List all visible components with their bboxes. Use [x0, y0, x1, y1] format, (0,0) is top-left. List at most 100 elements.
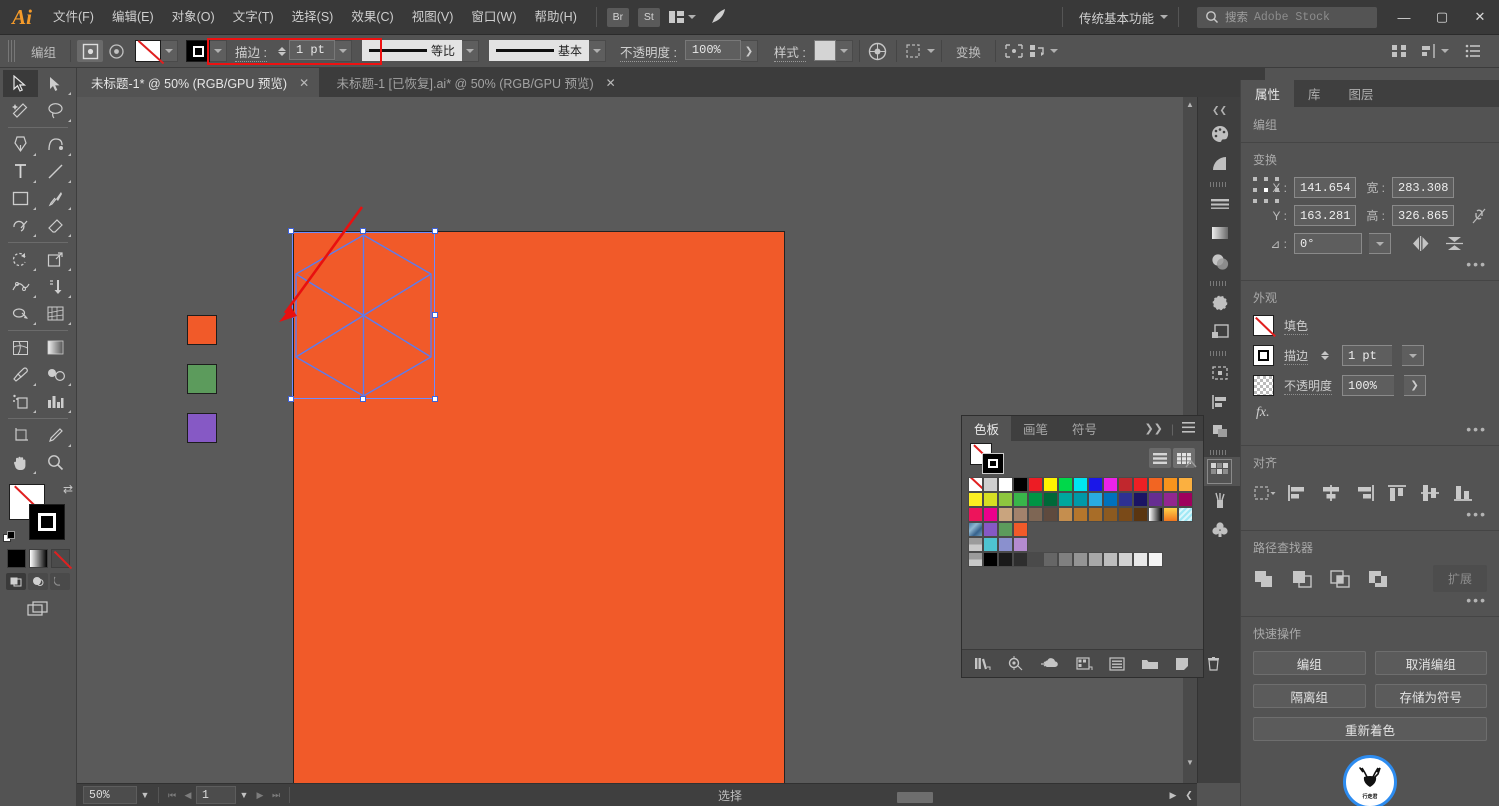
menu-type[interactable]: 文字(T)	[224, 0, 283, 35]
x-input[interactable]: 141.654	[1294, 177, 1356, 198]
shape-builder-tool[interactable]	[3, 300, 38, 327]
swatch-brown-light[interactable]	[1013, 507, 1028, 522]
pathfinder-unite-icon[interactable]	[1253, 569, 1275, 589]
home-feather-icon[interactable]	[710, 7, 728, 28]
align-options-icon[interactable]	[903, 40, 927, 62]
swatch-purple2[interactable]	[1163, 492, 1178, 507]
swatch-gray-90[interactable]	[1118, 552, 1133, 567]
swatches-fill-stroke-indicator[interactable]	[970, 443, 1006, 474]
next-artboard-button[interactable]: ▶	[252, 786, 268, 804]
appearance-stroke-weight[interactable]: 1 pt	[1342, 345, 1393, 366]
eyedropper-tool[interactable]	[3, 361, 38, 388]
free-transform-tool[interactable]	[38, 273, 73, 300]
menu-window[interactable]: 窗口(W)	[462, 0, 525, 35]
gradient-panel-icon[interactable]	[1198, 218, 1241, 247]
selection-handle-mr[interactable]	[432, 312, 438, 318]
artboard-number-input[interactable]: 1	[196, 786, 236, 804]
fill-color-control[interactable]	[135, 40, 179, 64]
swatch-gray-10[interactable]	[998, 552, 1013, 567]
tab-close-icon[interactable]: ✕	[299, 76, 309, 90]
opacity-value[interactable]: 100%	[684, 40, 741, 60]
swatch-yellow-green[interactable]	[998, 492, 1013, 507]
graphic-styles-icon[interactable]	[1198, 317, 1241, 346]
screen-mode-button[interactable]	[25, 598, 52, 620]
shaper-tool[interactable]	[3, 212, 38, 239]
swatch-periwinkle[interactable]	[998, 537, 1013, 552]
swatch-gray-20[interactable]	[1013, 552, 1028, 567]
align-left-icon[interactable]	[1286, 482, 1310, 504]
stroke-weight-stepper[interactable]	[277, 46, 286, 56]
previous-artboard-button[interactable]: ◀	[180, 786, 196, 804]
rail-group-grip-4[interactable]	[1210, 450, 1228, 455]
appearance-stroke-swatch[interactable]	[1253, 345, 1274, 366]
tab-libraries[interactable]: 库	[1294, 80, 1335, 107]
control-bar-grip[interactable]	[8, 40, 17, 62]
align-chevron-icon[interactable]	[926, 49, 935, 53]
list-view-icon[interactable]	[1109, 656, 1125, 671]
scale-tool[interactable]	[38, 246, 73, 273]
document-tab-active[interactable]: 未标题-1* @ 50% (RGB/GPU 预览) ✕	[77, 68, 320, 97]
selected-hexagon-group[interactable]	[288, 228, 438, 402]
selection-handle-tl[interactable]	[288, 228, 294, 234]
swatch-group-grayscale[interactable]	[968, 552, 983, 567]
selection-handle-br[interactable]	[432, 396, 438, 402]
swatch-black[interactable]	[1013, 477, 1028, 492]
swatch-red2[interactable]	[1133, 477, 1148, 492]
maximize-button[interactable]: ▢	[1423, 0, 1461, 35]
width-input[interactable]: 283.308	[1392, 177, 1454, 198]
shape-builder-icon[interactable]	[1002, 40, 1026, 62]
align-more-options-icon[interactable]: •••	[1253, 506, 1487, 522]
appearance-opacity-value[interactable]: 100%	[1342, 375, 1395, 396]
menu-select[interactable]: 选择(S)	[283, 0, 343, 35]
mesh-tool[interactable]	[3, 334, 38, 361]
align-right-icon[interactable]	[1352, 482, 1376, 504]
menu-file[interactable]: 文件(F)	[44, 0, 103, 35]
arrange-documents-button[interactable]	[668, 11, 696, 23]
search-input[interactable]: 搜索 Adobe Stock	[1197, 6, 1377, 28]
swatch-grass-green[interactable]	[1013, 492, 1028, 507]
recolor-artwork-icon[interactable]	[866, 40, 890, 62]
isolate-selected-button[interactable]	[103, 40, 129, 62]
zoom-tool[interactable]	[38, 449, 73, 476]
swatch-cyan[interactable]	[1073, 477, 1088, 492]
opacity-control[interactable]: 100% ❯	[684, 40, 758, 62]
swatch-dark-green[interactable]	[1043, 492, 1058, 507]
swatch-yellow[interactable]	[1043, 477, 1058, 492]
eraser-tool[interactable]	[38, 212, 73, 239]
status-collapse-icon[interactable]: ❮	[1181, 786, 1197, 804]
menu-view[interactable]: 视图(V)	[403, 0, 463, 35]
swatch-pattern-camo[interactable]	[968, 522, 983, 537]
ungroup-button[interactable]: 取消编组	[1374, 651, 1487, 675]
swatch-custom-orange[interactable]	[1013, 522, 1028, 537]
align-panel-icon[interactable]	[1198, 387, 1241, 416]
tab-properties[interactable]: 属性	[1241, 80, 1295, 107]
color-panel-icon[interactable]	[1198, 119, 1241, 148]
workspace-chevron-icon[interactable]	[1160, 15, 1168, 19]
swatch-aqua[interactable]	[983, 537, 998, 552]
swatch-dark-red[interactable]	[1118, 477, 1133, 492]
zoom-dropdown-icon[interactable]: ▼	[137, 786, 153, 804]
swatch-magenta[interactable]	[1103, 477, 1118, 492]
document-tab-inactive[interactable]: 未标题-1 [已恢复].ai* @ 50% (RGB/GPU 预览) ✕	[322, 68, 625, 97]
tab-close-icon[interactable]: ✕	[606, 76, 616, 90]
tab-swatches[interactable]: 色板	[962, 416, 1012, 441]
selection-handle-ml[interactable]	[288, 312, 294, 318]
style-label[interactable]: 样式 :	[773, 45, 806, 62]
swap-fill-stroke-icon[interactable]: ⇄	[63, 482, 73, 496]
swatch-gray-0[interactable]	[983, 552, 998, 567]
status-menu-icon[interactable]: ▶	[1165, 786, 1181, 804]
flip-horizontal-icon[interactable]	[1412, 236, 1429, 251]
direct-selection-tool[interactable]	[38, 70, 73, 97]
rail-expand-icon[interactable]: ❮❮	[1198, 101, 1241, 119]
panel-collapse-icon[interactable]: ❯❯	[1144, 422, 1162, 435]
swatch-red[interactable]	[1028, 477, 1043, 492]
rail-group-grip[interactable]	[1210, 182, 1228, 187]
delete-swatch-icon[interactable]	[1206, 656, 1221, 671]
swatch-brown[interactable]	[1028, 507, 1043, 522]
swatch-lemon[interactable]	[968, 492, 983, 507]
pen-tool[interactable]	[3, 131, 38, 158]
save-as-symbol-button[interactable]: 存储为符号	[1374, 684, 1487, 708]
appearance-fill-swatch[interactable]	[1253, 315, 1276, 337]
width-tool[interactable]	[3, 273, 38, 300]
appearance-stroke-dropdown[interactable]	[1402, 345, 1425, 366]
